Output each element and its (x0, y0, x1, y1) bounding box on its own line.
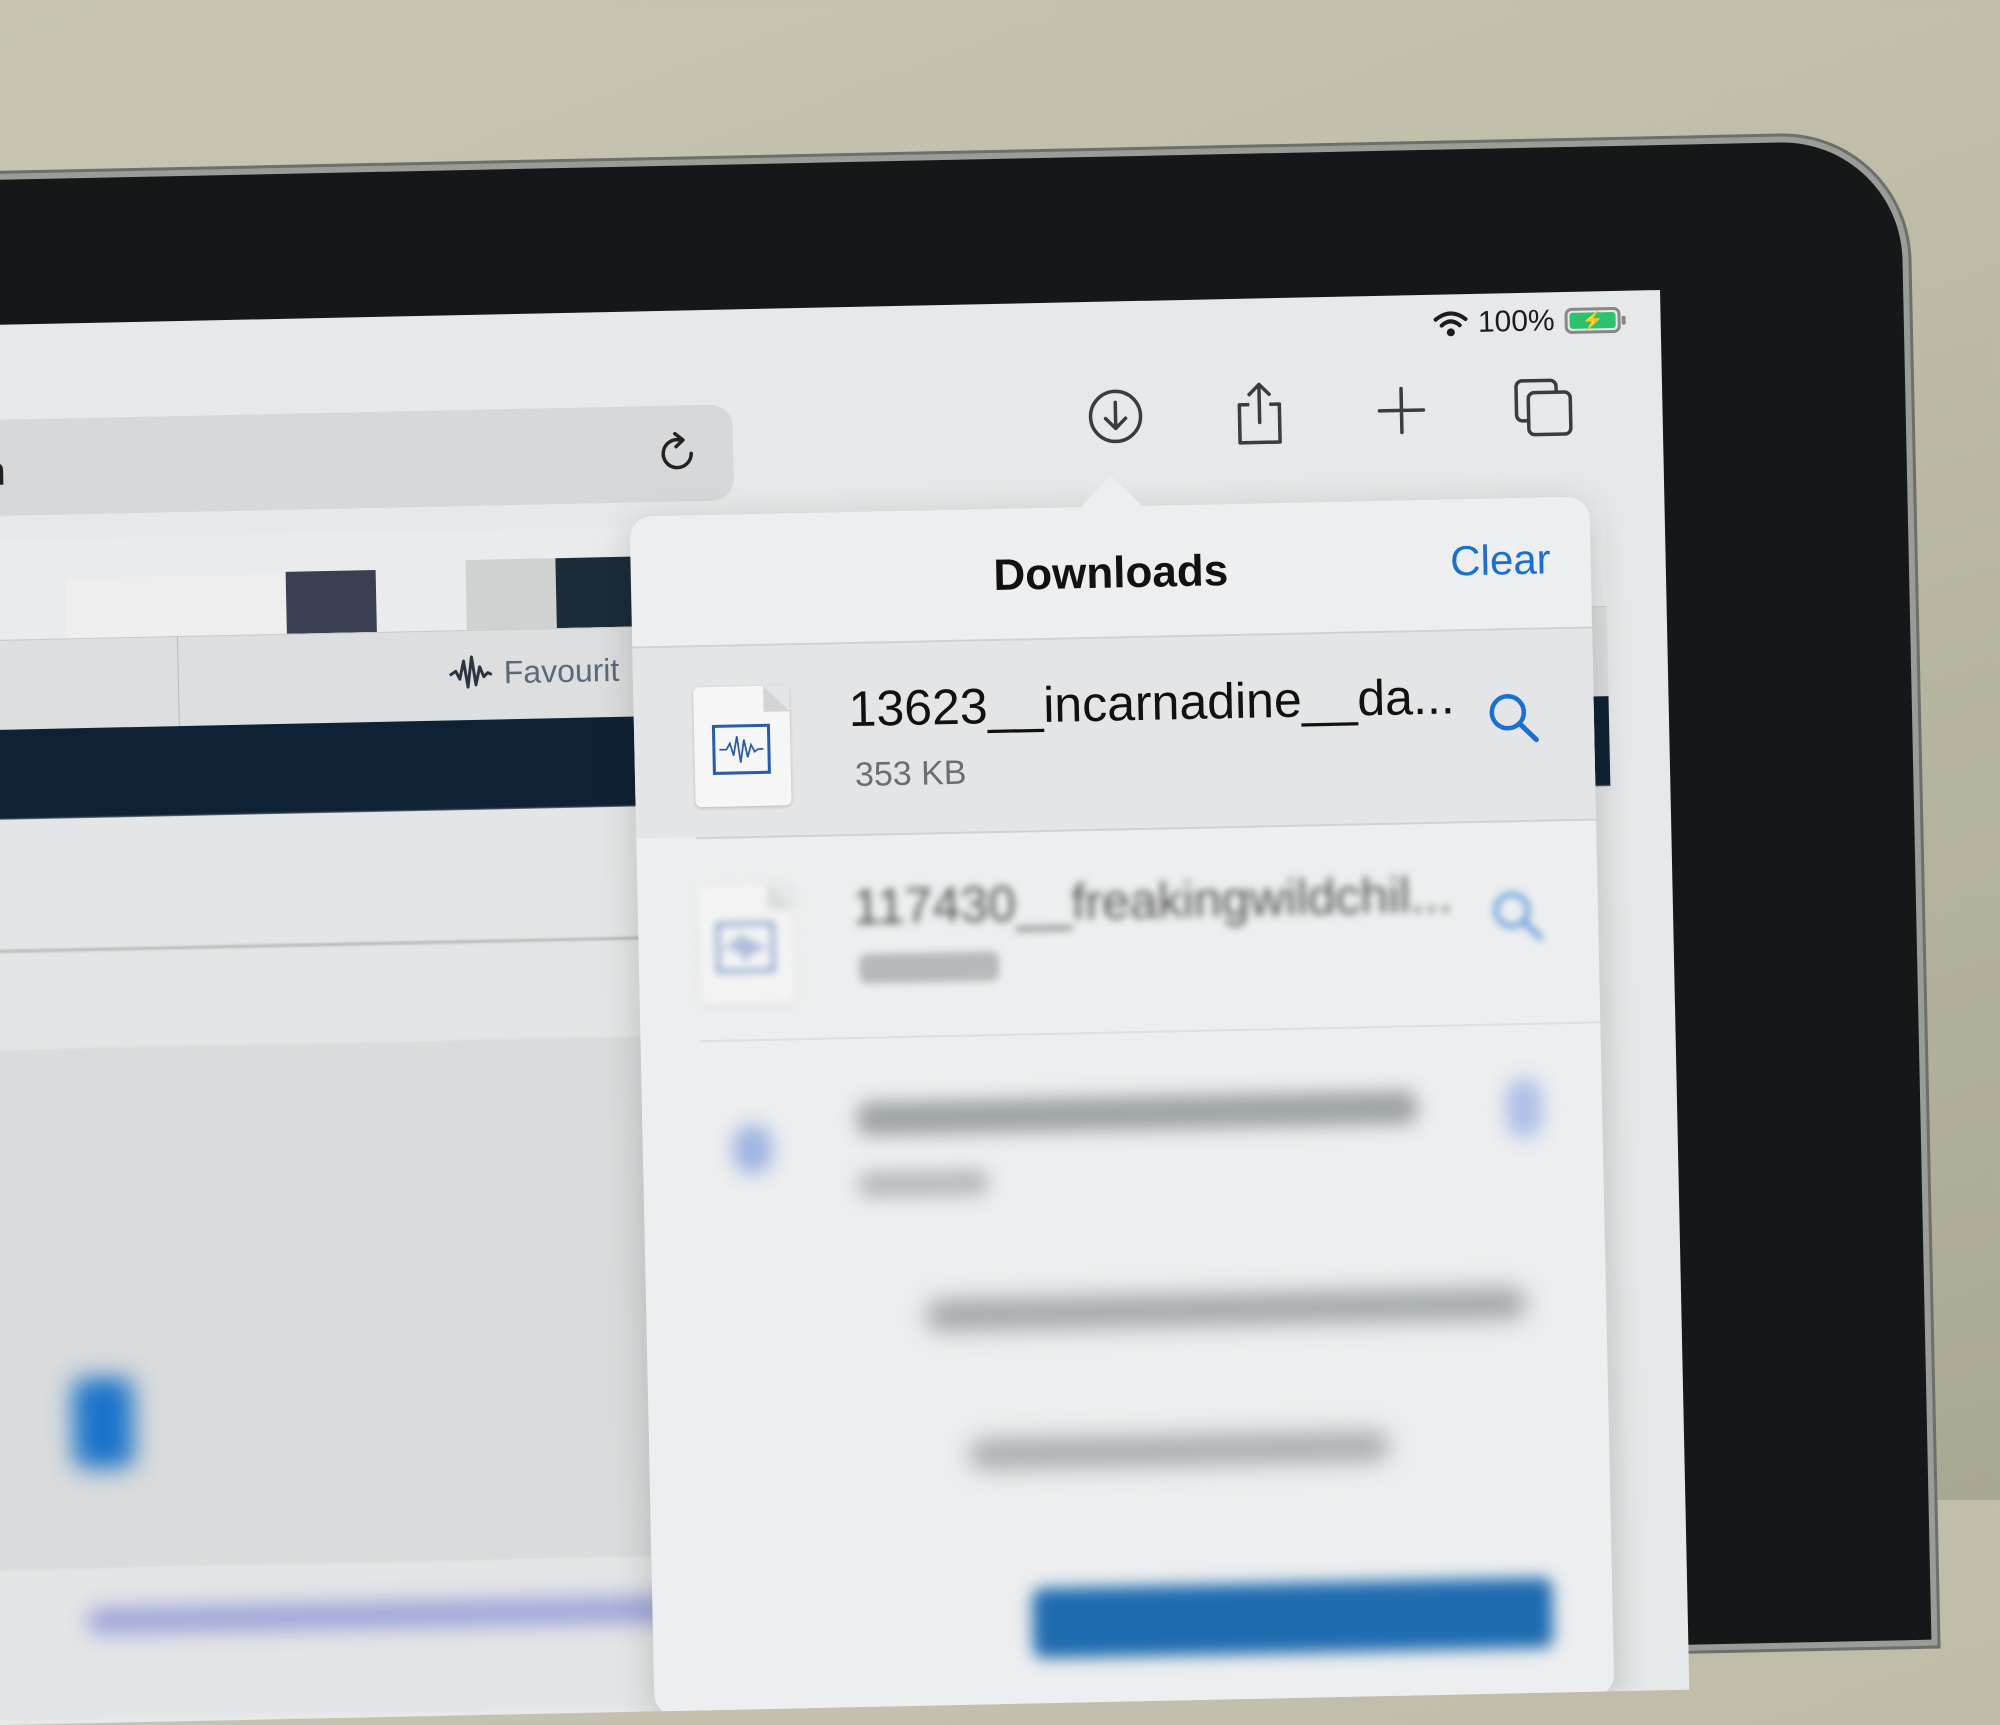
downloads-button[interactable] (1080, 381, 1151, 452)
downloads-title: Downloads (992, 546, 1229, 601)
address-bar[interactable]: n (0, 404, 735, 517)
redacted-tab (285, 569, 377, 634)
download-file-name: 13623__incarnadine__da... (848, 668, 1456, 738)
download-file-name (856, 1090, 1418, 1136)
search-icon[interactable] (1487, 885, 1548, 946)
download-file-size: 353 KB (854, 753, 967, 794)
download-item[interactable]: 117430__freakingwildchil... (636, 826, 1600, 1036)
new-tab-button[interactable] (1366, 375, 1437, 446)
downloads-icon (1088, 389, 1143, 444)
plus-icon (1377, 386, 1426, 435)
share-icon (1237, 382, 1282, 445)
download-item[interactable]: 13623__incarnadine__da... 353 KB (632, 628, 1597, 839)
blurred-content (926, 1288, 1527, 1331)
blurred-content (968, 1430, 1390, 1470)
reload-icon[interactable] (651, 427, 704, 480)
waveform-icon (448, 655, 493, 689)
status-bar: 100% ⚡ (1433, 303, 1621, 341)
tabs-overview-icon (1514, 378, 1573, 437)
content-card (0, 1036, 667, 1571)
download-item[interactable] (641, 1036, 1605, 1246)
share-button[interactable] (1224, 378, 1295, 449)
tabs-overview-button[interactable] (1508, 372, 1579, 443)
battery-charging-icon: ⚡ (1564, 306, 1621, 335)
audio-file-icon (693, 685, 792, 808)
audio-file-icon (697, 883, 796, 1006)
redacted-tab (465, 558, 557, 631)
favbar-divider (176, 637, 180, 728)
blurred-button (72, 1377, 135, 1469)
divider (0, 936, 654, 954)
download-file-size (858, 950, 1000, 984)
favourites-item-label: Favourit (503, 651, 620, 690)
audio-file-icon (732, 1123, 774, 1175)
waveform-icon (711, 723, 771, 775)
search-icon[interactable] (1505, 1077, 1543, 1139)
search-icon[interactable] (1483, 688, 1544, 749)
waveform-icon (716, 921, 776, 973)
download-file-name: 117430__freakingwildchil... (852, 866, 1453, 936)
favourites-bar-item[interactable]: Favourit (447, 650, 620, 694)
clear-button[interactable]: Clear (1450, 535, 1551, 585)
downloads-popover: Downloads Clear 13623__incarnadine__da..… (629, 496, 1615, 1717)
address-text: n (0, 449, 7, 495)
redacted-tab (65, 573, 287, 639)
blurred-button (1032, 1577, 1554, 1659)
downloads-header: Downloads Clear (629, 496, 1593, 649)
battery-percent: 100% (1477, 304, 1555, 339)
blurred-link (87, 1595, 688, 1635)
ipad-screen: 100% ⚡ n Favourit Downloads Clear 13623_… (0, 290, 1690, 1725)
wifi-icon (1433, 311, 1468, 337)
download-file-size (858, 1169, 989, 1198)
